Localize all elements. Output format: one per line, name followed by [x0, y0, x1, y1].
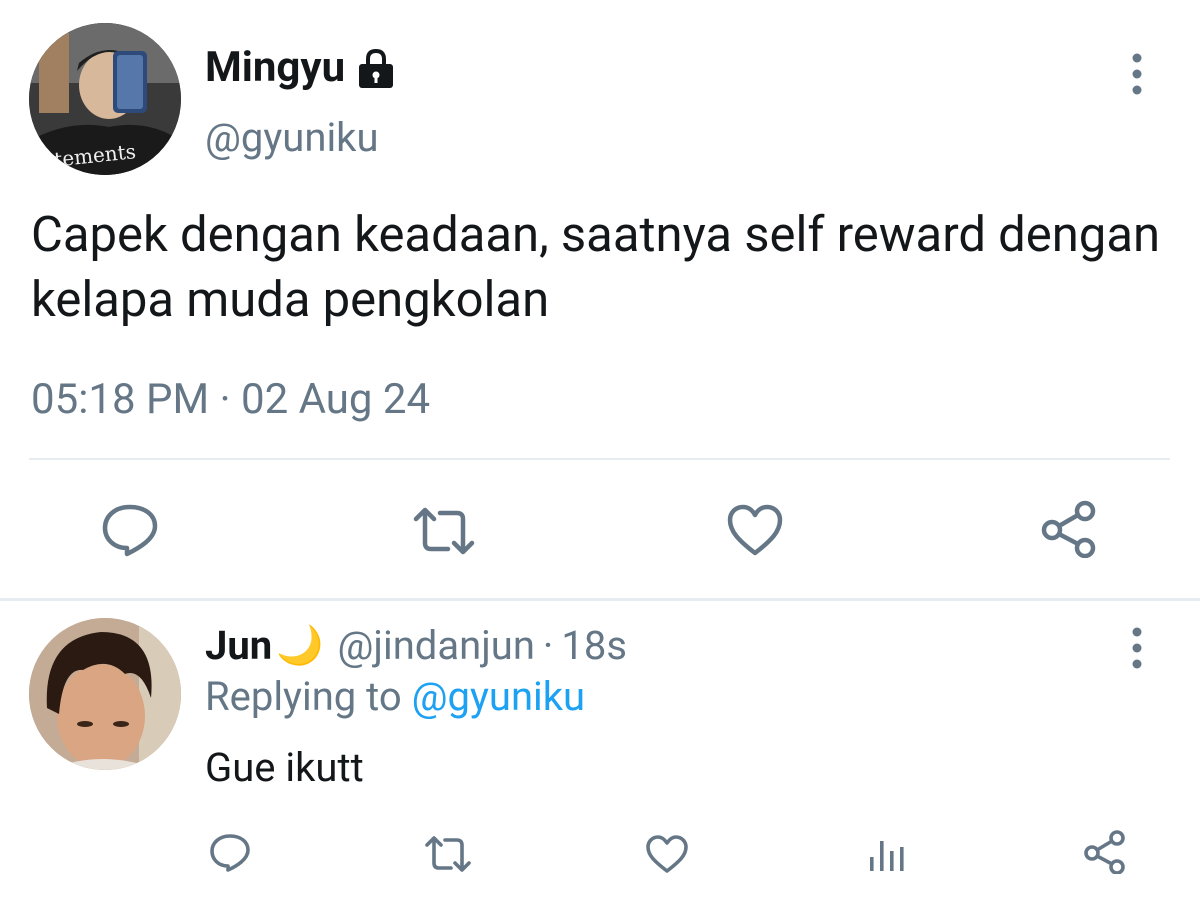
author-name-text: Mingyu	[205, 43, 346, 92]
more-options-icon[interactable]	[1127, 50, 1147, 98]
tweet-detail-page: etements Mingyu @gyuniku Capek dengan ke…	[0, 0, 1200, 901]
like-icon[interactable]	[726, 503, 784, 557]
reply-text: Gue ikutt	[205, 744, 364, 791]
retweet-icon[interactable]	[424, 835, 472, 873]
tweet-text: Capek dengan keadaan, saatnya self rewar…	[31, 206, 1161, 328]
reply-header: Jun 🌙 @jindanjun · 18s	[205, 620, 627, 672]
replying-to-mention[interactable]: @gyuniku	[412, 673, 586, 720]
author-avatar[interactable]: etements	[29, 23, 181, 175]
divider	[29, 458, 1170, 460]
tweet-timestamp[interactable]: 05:18 PM · 02 Aug 24	[31, 372, 430, 428]
reply-time[interactable]: 18s	[561, 620, 627, 672]
reply-icon[interactable]	[101, 503, 159, 557]
lock-icon	[359, 48, 394, 88]
share-icon[interactable]	[1082, 830, 1128, 874]
reply-icon[interactable]	[209, 833, 251, 873]
reply-author-name[interactable]: Jun	[205, 620, 272, 672]
reply-author-avatar[interactable]	[29, 618, 181, 770]
replying-to-label: Replying to	[205, 673, 402, 720]
moon-emoji-icon: 🌙	[276, 624, 324, 668]
author-display-name[interactable]: Mingyu	[205, 42, 399, 94]
avatar-image: etements	[29, 23, 181, 175]
reply-author-handle[interactable]: @jindanjun	[338, 620, 535, 672]
replying-to-line: Replying to @gyuniku	[205, 671, 585, 723]
section-divider	[0, 598, 1200, 601]
share-icon[interactable]	[1039, 500, 1099, 558]
retweet-icon[interactable]	[412, 505, 476, 557]
like-icon[interactable]	[645, 834, 689, 874]
avatar-image	[29, 618, 181, 770]
author-handle[interactable]: @gyuniku	[205, 112, 379, 164]
analytics-icon[interactable]	[867, 837, 907, 873]
separator-dot: ·	[542, 622, 554, 669]
more-options-icon[interactable]	[1127, 624, 1147, 672]
